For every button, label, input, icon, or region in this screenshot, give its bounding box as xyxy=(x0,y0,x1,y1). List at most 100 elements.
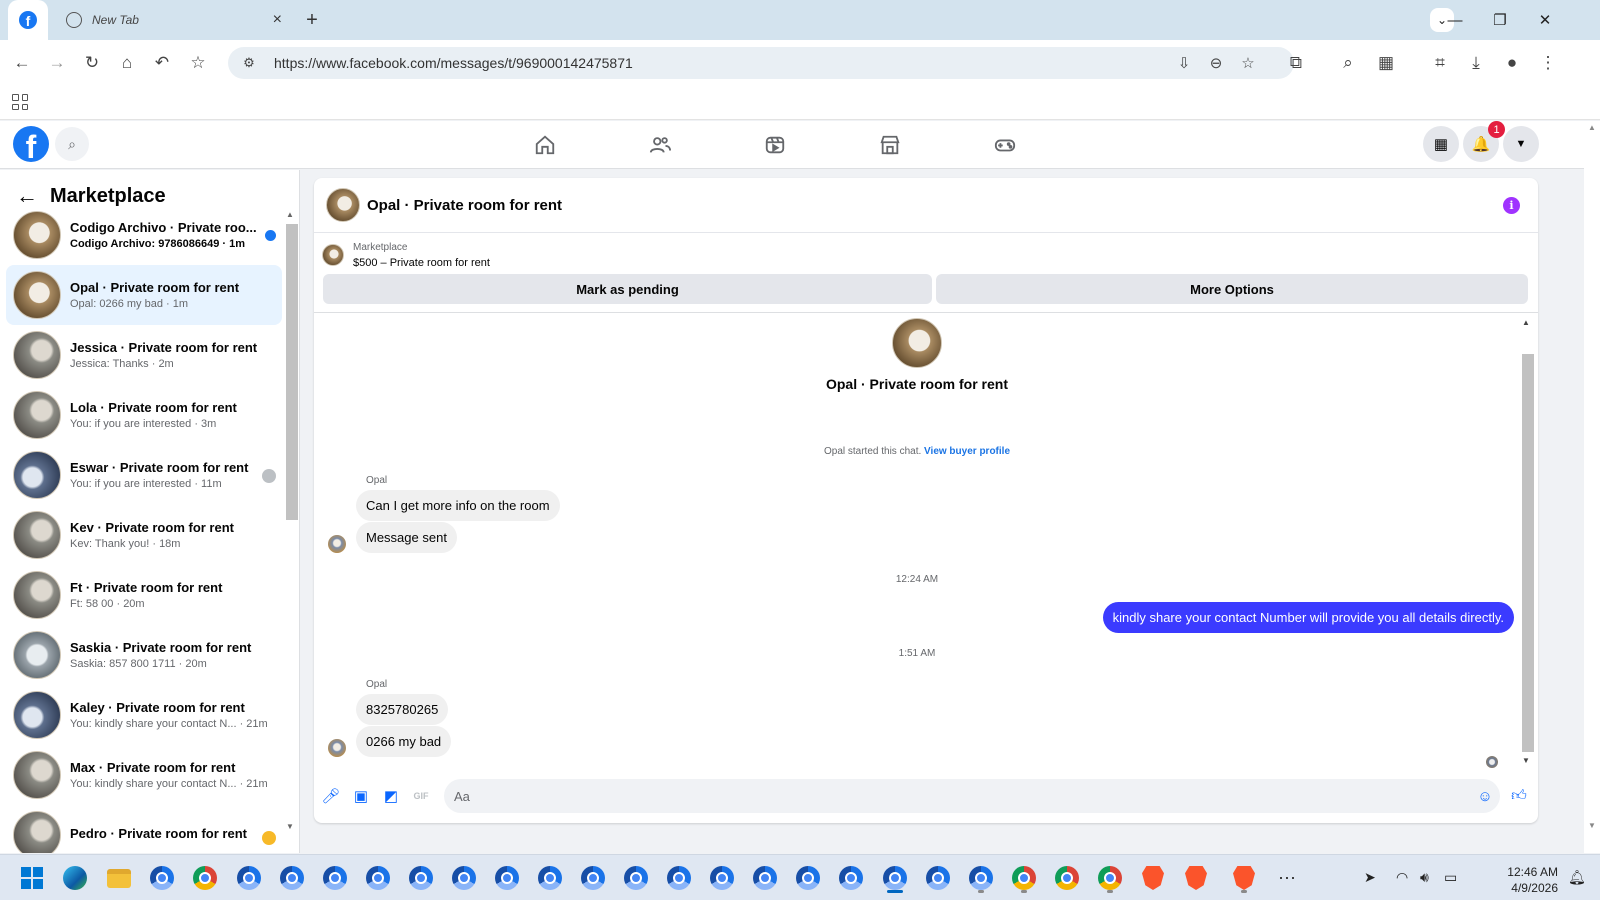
search-icon[interactable]: ⌕ xyxy=(1336,51,1360,75)
more-apps-icon[interactable]: ⋯ xyxy=(1270,861,1304,895)
restore-button[interactable]: ❐ xyxy=(1485,8,1515,32)
scroll-up-arrow-icon[interactable]: ▲ xyxy=(286,210,294,219)
conversation-item[interactable]: Max · Private room for rent You: kindly … xyxy=(6,745,282,805)
chrome-profile-icon[interactable] xyxy=(490,861,524,895)
chrome-icon[interactable] xyxy=(1093,861,1127,895)
download-icon[interactable]: ⤓ xyxy=(1464,51,1488,75)
chrome-profile-icon[interactable] xyxy=(791,861,825,895)
scrollbar-thumb[interactable] xyxy=(1522,354,1534,752)
thumbs-up-icon[interactable]: 👍︎ xyxy=(1508,785,1530,807)
battery-icon[interactable]: ▭ xyxy=(1444,869,1457,886)
chrome-active-window-icon[interactable] xyxy=(878,861,912,895)
facebook-logo-icon[interactable]: f xyxy=(13,126,49,162)
chrome-icon[interactable] xyxy=(1050,861,1084,895)
scroll-down-arrow-icon[interactable]: ▼ xyxy=(1522,756,1530,765)
conversation-item[interactable]: Kev · Private room for rent Kev: Thank y… xyxy=(6,505,282,565)
chrome-profile-icon[interactable] xyxy=(232,861,266,895)
qr-code-icon[interactable]: ▦ xyxy=(1374,51,1398,75)
zoom-icon[interactable]: ⊖ xyxy=(1204,51,1228,75)
notification-center-icon[interactable]: 🔔︎ xyxy=(1568,869,1586,886)
conversation-item[interactable]: Ft · Private room for rent Ft: 58 00 · 2… xyxy=(6,565,282,625)
microphone-icon[interactable]: 🎤︎ xyxy=(320,785,342,807)
scroll-up-arrow-icon[interactable]: ▲ xyxy=(1588,123,1596,132)
wifi-icon[interactable]: ◠ xyxy=(1396,869,1408,886)
chrome-profile-icon[interactable] xyxy=(705,861,739,895)
url-text[interactable]: https://www.facebook.com/messages/t/9690… xyxy=(274,55,633,71)
sticker-icon[interactable]: ◩ xyxy=(380,785,402,807)
star-icon[interactable]: ☆ xyxy=(1236,51,1260,75)
notifications-bell-icon[interactable]: 🔔 1 xyxy=(1463,121,1505,162)
view-buyer-profile-link[interactable]: View buyer profile xyxy=(924,446,1010,457)
incoming-message[interactable]: 0266 my bad xyxy=(356,726,452,757)
close-tab-icon[interactable]: × xyxy=(273,11,282,29)
video-nav-icon[interactable] xyxy=(755,130,795,160)
address-bar[interactable]: ⚙ https://www.facebook.com/messages/t/96… xyxy=(228,47,1294,79)
chrome-profile-icon[interactable] xyxy=(533,861,567,895)
edge-icon[interactable] xyxy=(58,861,92,895)
chrome-profile-icon[interactable] xyxy=(662,861,696,895)
close-window-button[interactable]: ✕ xyxy=(1530,8,1560,32)
scrollbar-thumb[interactable] xyxy=(286,224,298,520)
emoji-icon[interactable]: ☺ xyxy=(1474,785,1496,807)
apps-grid-icon[interactable] xyxy=(12,94,28,110)
chrome-profile-icon[interactable] xyxy=(447,861,481,895)
chrome-profile-icon[interactable] xyxy=(921,861,955,895)
message-input[interactable] xyxy=(444,779,1500,813)
conversation-item[interactable]: Saskia · Private room for rent Saskia: 8… xyxy=(6,625,282,685)
chrome-profile-icon[interactable] xyxy=(834,861,868,895)
minimize-button[interactable]: — xyxy=(1440,8,1470,32)
gif-icon[interactable]: GIF xyxy=(410,785,432,807)
site-settings-icon[interactable]: ⚙ xyxy=(236,55,262,71)
home-nav-icon[interactable] xyxy=(525,130,565,160)
tab-new-tab[interactable]: New Tab × xyxy=(56,0,288,40)
photo-icon[interactable]: ▣ xyxy=(350,785,372,807)
chrome-profile-icon[interactable] xyxy=(404,861,438,895)
system-clock[interactable]: 12:46 AM 4/9/2026 xyxy=(1486,864,1558,896)
tab-facebook[interactable]: f xyxy=(8,0,48,40)
brave-icon[interactable] xyxy=(1179,861,1213,895)
sidebar-scrollbar[interactable]: ▲ ▼ xyxy=(284,206,298,852)
friends-nav-icon[interactable] xyxy=(640,130,680,160)
gaming-nav-icon[interactable] xyxy=(985,130,1025,160)
thread-scrollbar[interactable]: ▲ ▼ xyxy=(1520,316,1534,766)
home-icon[interactable]: ⌂ xyxy=(115,51,139,75)
chrome-icon[interactable] xyxy=(1007,861,1041,895)
conversation-item[interactable]: Jessica · Private room for rent Jessica:… xyxy=(6,325,282,385)
listing-summary[interactable]: Marketplace $500 – Private room for rent xyxy=(322,238,490,272)
chrome-profile-icon[interactable] xyxy=(275,861,309,895)
new-tab-button[interactable]: + xyxy=(300,8,324,32)
file-explorer-icon[interactable] xyxy=(102,861,136,895)
conversation-item[interactable]: Lola · Private room for rent You: if you… xyxy=(6,385,282,445)
windows-start-icon[interactable] xyxy=(15,861,49,895)
chrome-profile-icon[interactable] xyxy=(748,861,782,895)
chrome-profile-icon[interactable] xyxy=(361,861,395,895)
brave-icon[interactable] xyxy=(1136,861,1170,895)
conversation-item[interactable]: Kaley · Private room for rent You: kindl… xyxy=(6,685,282,745)
install-app-icon[interactable]: ⇩ xyxy=(1172,51,1196,75)
more-options-button[interactable]: More Options xyxy=(936,274,1528,304)
incoming-message[interactable]: 8325780265 xyxy=(356,694,449,725)
reload-icon[interactable]: ↻ xyxy=(80,51,104,75)
incoming-message[interactable]: Message sent xyxy=(356,522,457,553)
conversation-item[interactable]: Pedro · Private room for rent xyxy=(6,805,282,853)
incoming-message[interactable]: Can I get more info on the room xyxy=(356,490,560,521)
brave-icon[interactable] xyxy=(1227,861,1261,895)
bookmark-star-icon[interactable]: ☆ xyxy=(186,51,210,75)
location-icon[interactable]: ➤ xyxy=(1364,869,1376,886)
page-scrollbar[interactable]: ▲ ▼ xyxy=(1584,121,1600,853)
outgoing-message[interactable]: kindly share your contact Number will pr… xyxy=(1102,602,1514,633)
marketplace-nav-icon[interactable] xyxy=(870,130,910,160)
undo-icon[interactable]: ↶ xyxy=(150,51,174,75)
chrome-profile-icon[interactable] xyxy=(576,861,610,895)
chrome-profile-icon[interactable] xyxy=(619,861,653,895)
conversation-item[interactable]: Opal · Private room for rent Opal: 0266 … xyxy=(6,265,282,325)
forward-arrow-icon[interactable]: → xyxy=(45,51,69,75)
chrome-profile-icon[interactable] xyxy=(145,861,179,895)
menu-grid-icon[interactable]: ▦ xyxy=(1423,126,1459,162)
scroll-down-arrow-icon[interactable]: ▼ xyxy=(1588,821,1596,830)
chrome-profile-icon[interactable] xyxy=(318,861,352,895)
chrome-profile-icon[interactable] xyxy=(964,861,998,895)
scroll-up-arrow-icon[interactable]: ▲ xyxy=(1522,318,1530,327)
chat-title[interactable]: Opal · Private room for rent xyxy=(367,197,562,214)
crop-icon[interactable]: ⌗ xyxy=(1428,51,1452,75)
